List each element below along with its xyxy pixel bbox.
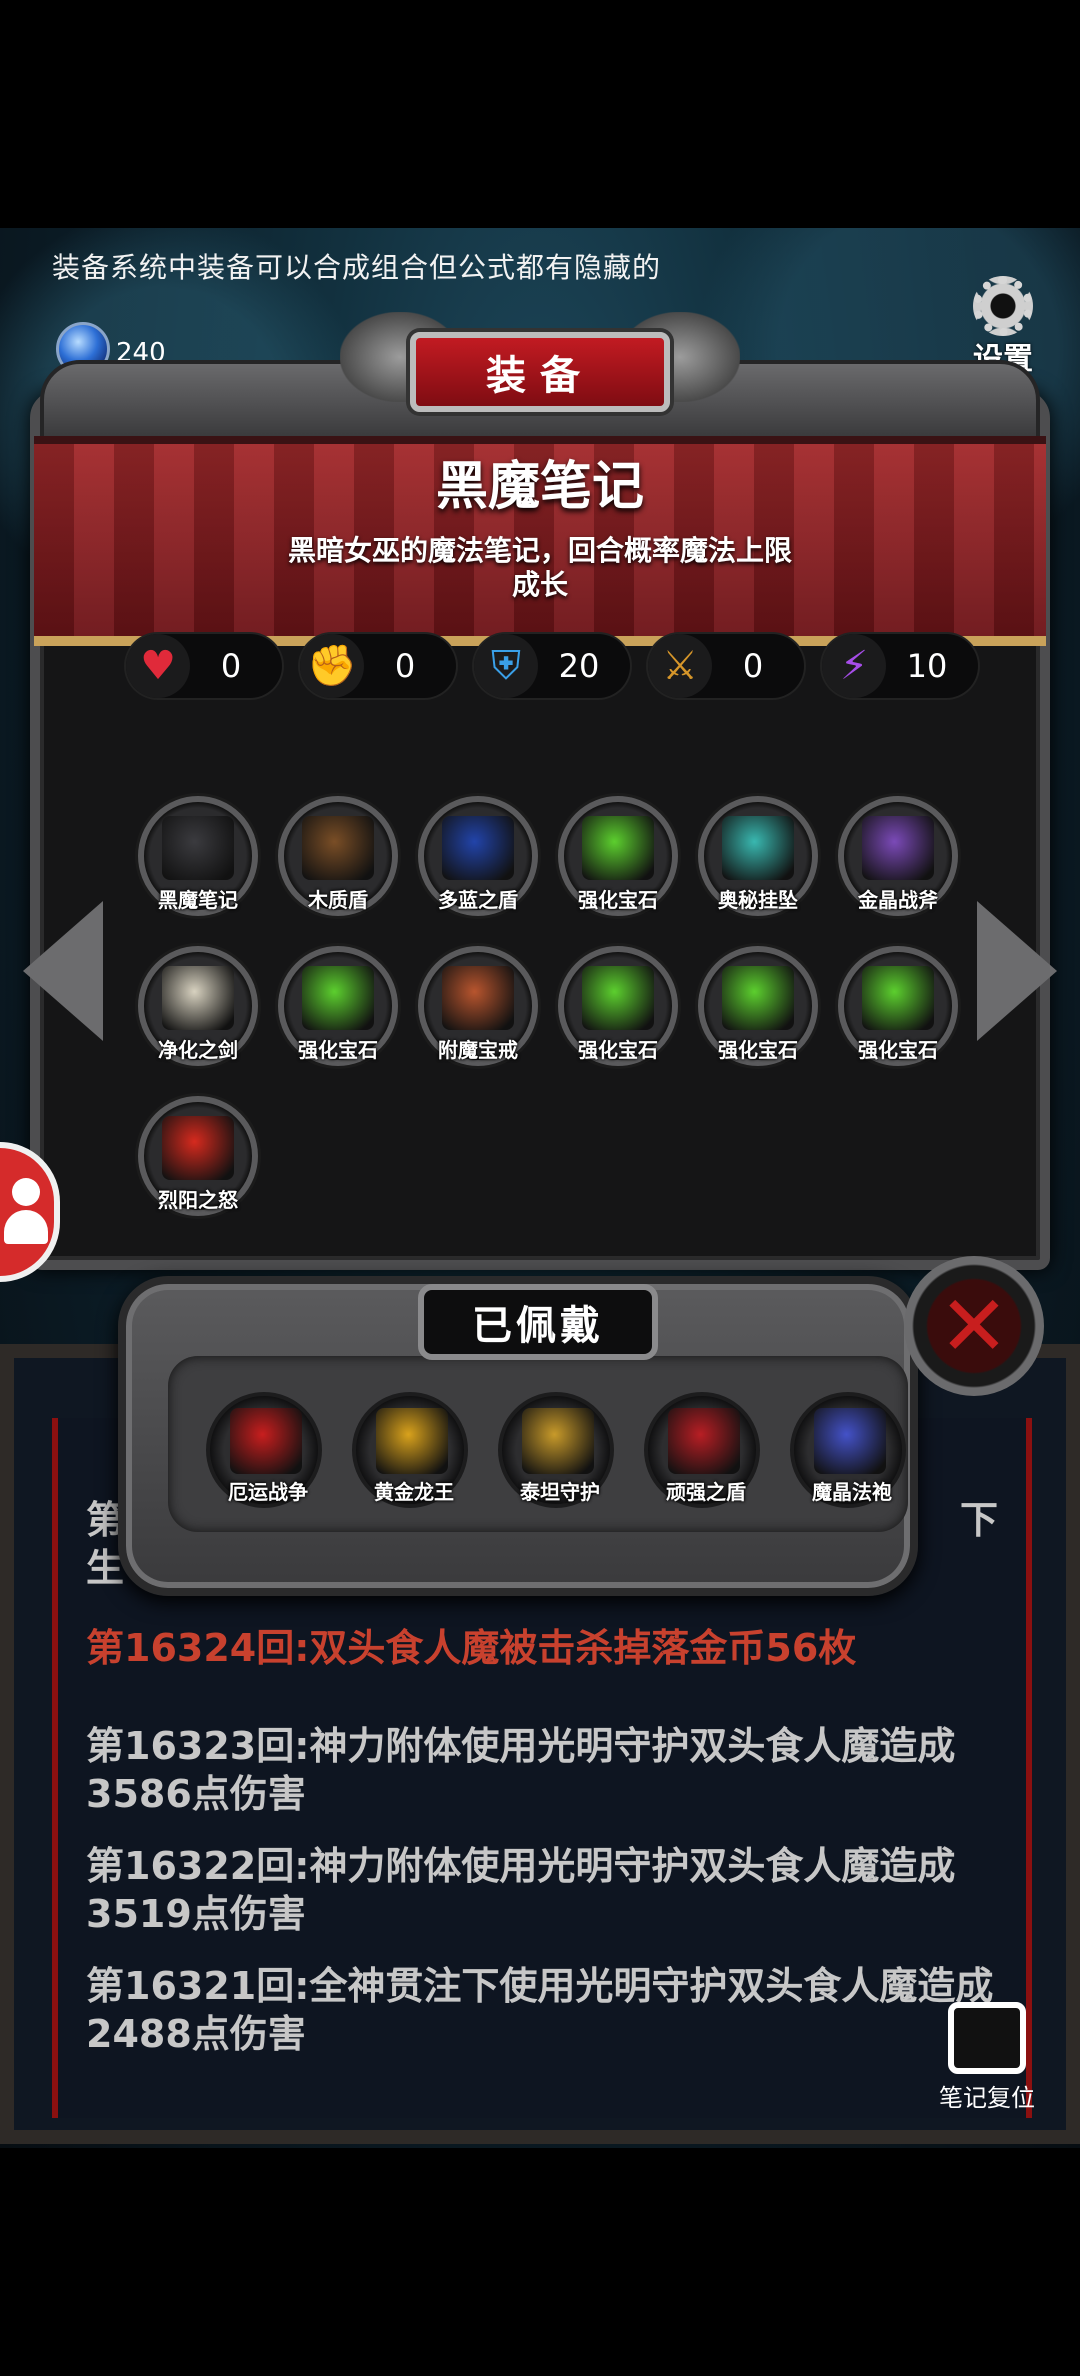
hint-text: 装备系统中装备可以合成组合但公式都有隐藏的: [52, 251, 662, 284]
equipped-slot-label: 魔晶法袍: [812, 1480, 892, 1504]
equipped-slot[interactable]: 厄运战争: [206, 1392, 322, 1508]
inventory-slot-label: 强化宝石: [858, 1038, 938, 1062]
equipped-slot-label: 厄运战争: [228, 1480, 308, 1504]
item-icon: [162, 816, 234, 880]
stat-value: 0: [394, 647, 416, 685]
inventory-slot[interactable]: 奥秘挂坠: [698, 796, 818, 916]
next-page-arrow[interactable]: [972, 896, 1062, 1046]
inventory-slot[interactable]: 黑魔笔记: [138, 796, 258, 916]
item-icon: [162, 1116, 234, 1180]
close-button[interactable]: ✕: [904, 1256, 1044, 1396]
log-line-2: 第16323回:神力附体使用光明守护双头食人魔造成3586点伤害: [86, 1724, 956, 1816]
item-icon: [582, 966, 654, 1030]
equipped-slot[interactable]: 魔晶法袍: [790, 1392, 906, 1508]
selected-item-name: 黑魔笔记: [435, 457, 644, 517]
item-icon: [668, 1408, 740, 1474]
panel-title-banner: 装备: [410, 332, 670, 412]
bottom-letterbox: [0, 2148, 1080, 2376]
panel-title: 装备: [486, 353, 594, 399]
inventory-slot-label: 多蓝之盾: [438, 888, 518, 912]
heart-icon: ♥: [126, 634, 190, 698]
stat-4: ⚡ 10: [822, 634, 978, 698]
inventory-slot-label: 净化之剑: [158, 1038, 238, 1062]
attack-icon: ⚔: [648, 634, 712, 698]
stat-3: ⚔ 0: [648, 634, 804, 698]
inventory-slot-label: 烈阳之怒: [158, 1188, 238, 1212]
equipped-slot-label: 泰坦守护: [520, 1480, 600, 1504]
item-icon: [722, 966, 794, 1030]
stat-value: 10: [906, 647, 948, 685]
item-icon: [376, 1408, 448, 1474]
item-icon: [442, 816, 514, 880]
stat-0: ♥ 0: [126, 634, 282, 698]
item-icon: [862, 816, 934, 880]
item-icon: [522, 1408, 594, 1474]
armor-icon: ⛨: [474, 634, 538, 698]
equipped-slot-label: 顽强之盾: [666, 1480, 746, 1504]
item-icon: [162, 966, 234, 1030]
inventory-slot[interactable]: 强化宝石: [278, 946, 398, 1066]
item-icon: [442, 966, 514, 1030]
prev-page-arrow[interactable]: [18, 896, 108, 1046]
inventory-slot[interactable]: 烈阳之怒: [138, 1096, 258, 1216]
strength-icon: ✊: [300, 634, 364, 698]
inventory-slot-label: 奥秘挂坠: [718, 888, 798, 912]
notes-reset-label: 笔记复位: [939, 2084, 1035, 2112]
equipped-slot[interactable]: 泰坦守护: [498, 1392, 614, 1508]
notebook-icon: [948, 2002, 1026, 2074]
equipped-slot[interactable]: 黄金龙王: [352, 1392, 468, 1508]
inventory-slot[interactable]: 强化宝石: [558, 796, 678, 916]
gear-icon: [973, 276, 1033, 336]
inventory-slot[interactable]: 金晶战斧: [838, 796, 958, 916]
inventory-slot-label: 强化宝石: [578, 1038, 658, 1062]
inventory-slot[interactable]: 强化宝石: [558, 946, 678, 1066]
equipped-title: 已佩戴: [418, 1284, 658, 1360]
equipped-slot[interactable]: 顽强之盾: [644, 1392, 760, 1508]
equipped-slot-label: 黄金龙王: [374, 1480, 454, 1504]
inventory-slot[interactable]: 木质盾: [278, 796, 398, 916]
inventory-slot-label: 附魔宝戒: [438, 1038, 518, 1062]
stat-2: ⛨ 20: [474, 634, 630, 698]
inventory-slot-label: 木质盾: [308, 888, 368, 912]
inventory-slot[interactable]: 附魔宝戒: [418, 946, 538, 1066]
item-icon: [722, 816, 794, 880]
item-icon: [230, 1408, 302, 1474]
log-line-4: 第16321回:全神贯注下使用光明守护双头食人魔造成2488点伤害: [86, 1964, 994, 2056]
close-icon: ✕: [938, 1277, 1010, 1375]
stat-1: ✊ 0: [300, 634, 456, 698]
arrow-left-icon: [23, 901, 103, 1041]
arrow-right-icon: [977, 901, 1057, 1041]
inventory-slot-label: 强化宝石: [578, 888, 658, 912]
inventory-slot-label: 黑魔笔记: [158, 888, 238, 912]
log-line-3: 第16322回:神力附体使用光明守护双头食人魔造成3519点伤害: [86, 1844, 956, 1936]
inventory-slot-label: 强化宝石: [298, 1038, 378, 1062]
selected-item-description: 黑暗女巫的魔法笔记，回合概率魔法上限成长: [287, 534, 792, 601]
log-partial-line-c: 下: [960, 1498, 999, 1542]
stat-value: 20: [558, 647, 600, 685]
inventory-slot-label: 强化宝石: [718, 1038, 798, 1062]
inventory-slot[interactable]: 强化宝石: [698, 946, 818, 1066]
notes-reset-button[interactable]: 笔记复位: [932, 2002, 1042, 2113]
stats-row: ♥ 0 ✊ 0 ⛨ 20 ⚔ 0 ⚡ 10: [126, 634, 978, 698]
item-icon: [862, 966, 934, 1030]
log-line-1: 第16324回:双头食人魔被击杀掉落金币56枚: [86, 1626, 857, 1670]
item-icon: [814, 1408, 886, 1474]
item-icon: [302, 966, 374, 1030]
inventory-slot[interactable]: 强化宝石: [838, 946, 958, 1066]
stat-value: 0: [220, 647, 242, 685]
user-icon: [4, 1178, 48, 1248]
stat-value: 0: [742, 647, 764, 685]
inventory-slot[interactable]: 净化之剑: [138, 946, 258, 1066]
item-icon: [582, 816, 654, 880]
inventory-slot-label: 金晶战斧: [858, 888, 938, 912]
lightning-icon: ⚡: [822, 634, 886, 698]
inventory-slot[interactable]: 多蓝之盾: [418, 796, 538, 916]
item-icon: [302, 816, 374, 880]
